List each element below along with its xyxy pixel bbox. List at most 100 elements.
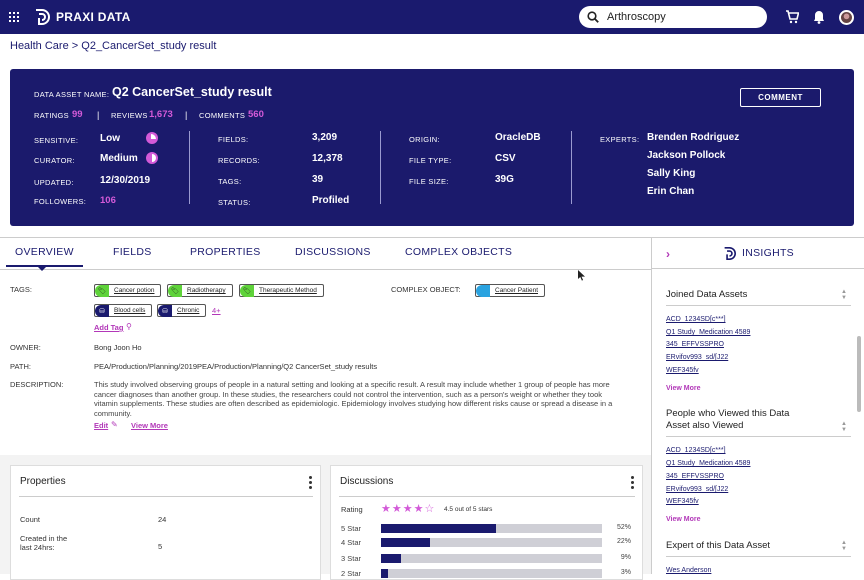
tags-value: 39 xyxy=(312,174,324,185)
expert-name[interactable]: Jackson Pollock xyxy=(647,150,725,161)
rating-bar-row: 3 Star 9% xyxy=(341,554,631,563)
tags-label: TAGS: xyxy=(218,177,242,186)
comments-count[interactable]: 560 xyxy=(248,109,264,120)
viewed-title: People who Viewed this Data Asset also V… xyxy=(666,408,790,431)
joined-view-more[interactable]: View More xyxy=(666,385,701,392)
rating-bar-label: 5 Star xyxy=(341,524,362,533)
search-box[interactable] xyxy=(579,6,767,28)
tag-chip[interactable]: 🏷 Therapeutic Method xyxy=(239,284,324,297)
properties-card-title: Properties xyxy=(20,476,66,487)
viewed-asset-link[interactable]: WEF345fv xyxy=(666,498,699,505)
joined-asset-link[interactable]: 345_EFFVSSPRO xyxy=(666,341,724,348)
expert-name[interactable]: Brenden Rodriguez xyxy=(647,132,739,143)
expert-link[interactable]: Wes Anderson xyxy=(666,567,711,574)
updated-value: 12/30/2019 xyxy=(100,175,151,186)
tag-add-icon[interactable]: ⚲ xyxy=(126,322,132,331)
divider xyxy=(339,496,635,497)
insights-panel: › INSIGHTS Joined Data Assets ▲ ▼ ACD_123… xyxy=(651,237,864,574)
viewed-asset-link[interactable]: 345_EFFVSSPRO xyxy=(666,473,724,480)
rating-text: 4.5 out of 5 stars xyxy=(444,506,493,513)
brand-logo[interactable]: PRAXI DATA xyxy=(34,9,131,25)
complex-object-name: Cancer Patient xyxy=(495,287,538,294)
edit-link[interactable]: Edit xyxy=(94,421,108,430)
breadcrumb: Health Care > Q2_CancerSet_study result xyxy=(10,40,216,52)
complex-object-chip[interactable]: Cancer Patient xyxy=(475,284,545,297)
asset-name: Q2 CancerSet_study result xyxy=(112,85,272,99)
fields-value: 3,209 xyxy=(312,132,338,143)
tag-icon: 🏷 xyxy=(95,284,109,297)
ratings-count[interactable]: 99 xyxy=(72,109,83,120)
user-avatar[interactable] xyxy=(839,10,854,25)
joined-asset-link[interactable]: Q1 Study_Medication 4589 xyxy=(666,329,750,336)
discussions-menu-icon[interactable] xyxy=(631,476,634,491)
status-label: STATUS: xyxy=(218,198,251,207)
origin-label: ORIGIN: xyxy=(409,135,440,144)
asset-name-label: DATA ASSET NAME: xyxy=(34,90,110,99)
filesize-value: 39G xyxy=(495,174,514,185)
tab-bar: OVERVIEW FIELDS PROPERTIES DISCUSSIONS C… xyxy=(0,237,651,271)
discussions-card: Discussions Rating ★★★★☆ 4.5 out of 5 st… xyxy=(330,465,643,580)
divider xyxy=(571,131,572,204)
breadcrumb-root[interactable]: Health Care xyxy=(10,40,69,52)
tag-chip[interactable]: 🏷 Radiotherapy xyxy=(167,284,233,297)
tag-chip[interactable]: 🏷 Cancer potion xyxy=(94,284,162,297)
rating-bar-label: 3 Star xyxy=(341,554,362,563)
properties-menu-icon[interactable] xyxy=(309,476,312,491)
owner-label: OWNER: xyxy=(10,343,41,352)
pencil-icon[interactable]: ✎ xyxy=(111,420,118,429)
scrollbar-thumb[interactable] xyxy=(857,336,861,412)
tab-fields[interactable]: FIELDS xyxy=(113,246,152,258)
separator: | xyxy=(97,110,100,120)
collapse-chevron-icon[interactable]: › xyxy=(666,247,670,261)
reviews-count[interactable]: 1,673 xyxy=(149,109,173,120)
created-label: Created in the last 24hrs: xyxy=(20,534,68,552)
add-tag-link[interactable]: Add Tag xyxy=(94,323,123,332)
tab-overview[interactable]: OVERVIEW xyxy=(6,246,83,267)
tag-chip[interactable]: ⛁ Blood cells xyxy=(94,304,153,317)
bell-icon[interactable] xyxy=(813,10,825,24)
top-bar: PRAXI DATA xyxy=(0,0,864,34)
sort-icon[interactable]: ▲ ▼ xyxy=(841,289,849,301)
search-input[interactable] xyxy=(607,11,747,23)
count-value: 24 xyxy=(158,515,167,524)
discussions-card-title: Discussions xyxy=(340,476,394,487)
sort-icon[interactable]: ▲ ▼ xyxy=(841,540,849,552)
expert-name[interactable]: Erin Chan xyxy=(647,186,694,197)
curator-value: Medium xyxy=(100,153,138,164)
status-value: Profiled xyxy=(312,195,350,206)
joined-asset-link[interactable]: WEF345fv xyxy=(666,367,699,374)
dataset-tag-icon: ⛁ xyxy=(95,304,109,317)
separator: | xyxy=(185,110,188,120)
viewed-view-more[interactable]: View More xyxy=(666,516,701,523)
apps-grid-icon[interactable] xyxy=(9,12,19,22)
joined-asset-link[interactable]: ERvifov993_sd/[J22 xyxy=(666,354,728,361)
praxi-insights-icon xyxy=(724,247,736,260)
rating-bar-track xyxy=(381,538,602,547)
followers-count[interactable]: 106 xyxy=(100,195,116,206)
breadcrumb-separator: > xyxy=(71,40,79,52)
cart-icon[interactable] xyxy=(785,10,799,24)
viewed-asset-link[interactable]: Q1 Study_Medication 4589 xyxy=(666,460,750,467)
tag-label: Cancer potion xyxy=(114,287,155,294)
view-more-link[interactable]: View More xyxy=(131,421,168,430)
tag-chip[interactable]: ⛁ Chronic xyxy=(157,304,207,317)
rating-stars-icon: ★★★★☆ xyxy=(381,503,436,515)
tab-discussions[interactable]: DISCUSSIONS xyxy=(295,246,371,258)
tag-label: Radiotherapy xyxy=(187,287,226,294)
tab-complex-objects[interactable]: COMPLEX OBJECTS xyxy=(405,246,512,258)
tab-properties[interactable]: PROPERTIES xyxy=(190,246,261,258)
path-value: PEA/Production/Planning/2019PEA/Producti… xyxy=(94,362,378,371)
divider xyxy=(652,268,864,269)
viewed-asset-link[interactable]: ACD_1234SD[c***] xyxy=(666,447,726,454)
divider xyxy=(666,436,851,437)
joined-asset-link[interactable]: ACD_1234SD[c***] xyxy=(666,316,726,323)
comment-button[interactable]: COMMENT xyxy=(740,88,821,107)
search-icon xyxy=(587,11,599,23)
expert-name[interactable]: Sally King xyxy=(647,168,695,179)
viewed-asset-link[interactable]: ERvifov993_sd/[J22 xyxy=(666,486,728,493)
divider xyxy=(189,131,190,204)
more-tags-link[interactable]: 4+ xyxy=(212,306,221,315)
sort-icon[interactable]: ▲ ▼ xyxy=(841,421,849,433)
fields-label: FIELDS: xyxy=(218,135,249,144)
divider xyxy=(666,556,851,557)
